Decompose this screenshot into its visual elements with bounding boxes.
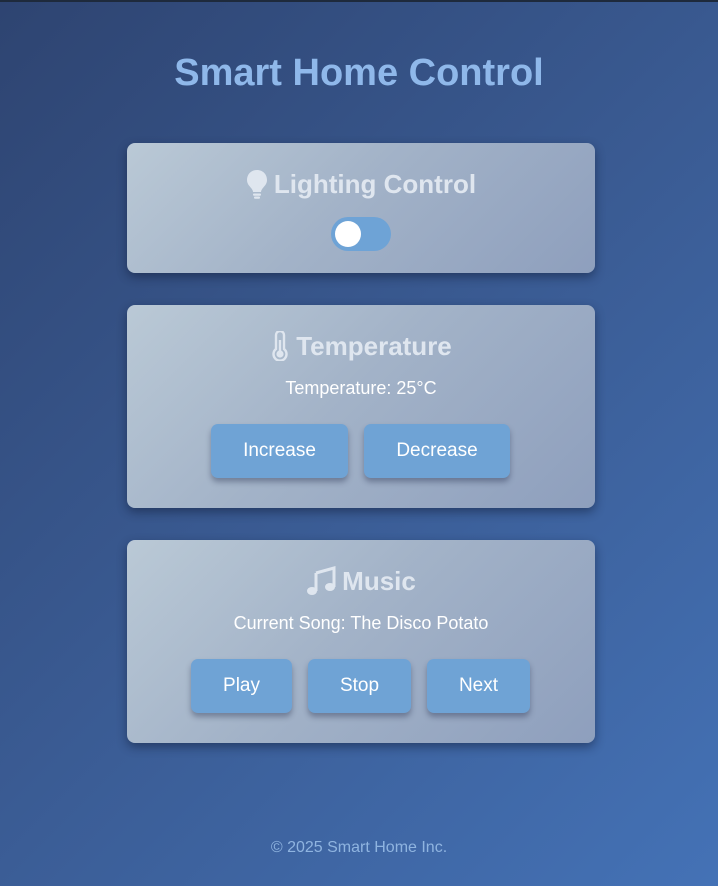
lighting-card: Lighting Control xyxy=(127,143,595,273)
decrease-button[interactable]: Decrease xyxy=(364,424,510,478)
music-heading: Music xyxy=(127,563,595,597)
music-card: Music Current Song: The Disco Potato Pla… xyxy=(127,540,595,743)
toggle-knob xyxy=(335,221,361,247)
thermometer-icon xyxy=(270,331,290,362)
temperature-card: Temperature Temperature: 25°C Increase D… xyxy=(127,305,595,508)
lighting-toggle[interactable] xyxy=(331,217,391,251)
music-heading-label: Music xyxy=(342,566,416,597)
lightbulb-icon xyxy=(246,169,268,199)
stop-button[interactable]: Stop xyxy=(308,659,411,713)
play-button[interactable]: Play xyxy=(191,659,292,713)
lighting-heading-label: Lighting Control xyxy=(273,169,477,200)
footer-copyright: © 2025 Smart Home Inc. xyxy=(270,839,448,856)
page-title: Smart Home Control xyxy=(174,52,544,94)
current-song: Current Song: The Disco Potato xyxy=(233,613,489,633)
increase-button[interactable]: Increase xyxy=(211,424,348,478)
next-button[interactable]: Next xyxy=(427,659,530,713)
temperature-heading: Temperature xyxy=(127,328,595,362)
temperature-readout: Temperature: 25°C xyxy=(285,378,437,398)
temperature-heading-label: Temperature xyxy=(296,331,452,362)
lighting-heading: Lighting Control xyxy=(127,166,595,200)
music-note-icon xyxy=(306,566,336,596)
